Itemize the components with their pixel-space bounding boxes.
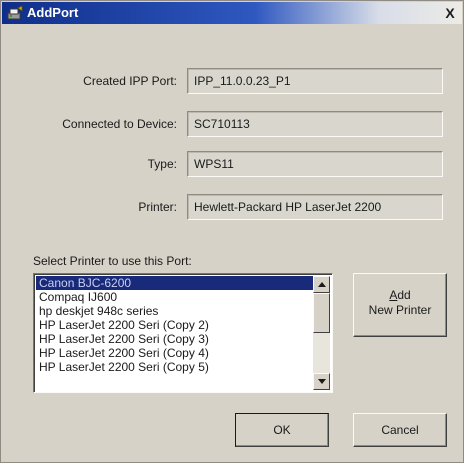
list-item[interactable]: hp deskjet 948c series	[36, 304, 314, 318]
list-item[interactable]: Compaq IJ600	[36, 290, 314, 304]
list-item[interactable]: HP LaserJet 2200 Seri (Copy 3)	[36, 332, 314, 346]
scroll-thumb[interactable]	[313, 293, 330, 333]
list-item[interactable]: HP LaserJet 2200 Seri (Copy 4)	[36, 346, 314, 360]
scroll-down-button[interactable]	[313, 373, 330, 390]
type-field: WPS11	[187, 151, 443, 177]
printer-listbox[interactable]: Canon BJC-6200 Compaq IJ600 hp deskjet 9…	[33, 273, 333, 393]
printer-field: Hewlett-Packard HP LaserJet 2200	[187, 194, 443, 220]
type-label: Type:	[147, 157, 177, 171]
add-button-line1: Add	[389, 288, 411, 302]
printer-label: Printer:	[138, 200, 177, 214]
ok-button[interactable]: OK	[235, 413, 329, 447]
list-item[interactable]: HP LaserJet 2200 Seri (Copy 5)	[36, 360, 314, 374]
add-port-dialog: AddPort X Created IPP Port: IPP_11.0.0.2…	[0, 0, 464, 463]
arrow-up-icon	[318, 282, 326, 287]
arrow-down-icon	[318, 379, 326, 384]
select-printer-label: Select Printer to use this Port:	[33, 254, 192, 268]
created-ipp-port-label: Created IPP Port:	[83, 74, 177, 88]
created-ipp-port-field: IPP_11.0.0.23_P1	[187, 68, 443, 94]
window-title: AddPort	[27, 5, 79, 20]
close-icon[interactable]: X	[441, 4, 459, 22]
listbox-scrollbar[interactable]	[313, 276, 330, 390]
connected-to-device-field: SC710113	[187, 111, 443, 137]
list-item[interactable]: HP LaserJet 2200 Seri (Copy 2)	[36, 318, 314, 332]
cancel-button[interactable]: Cancel	[353, 413, 447, 447]
list-item[interactable]: Canon BJC-6200	[36, 276, 314, 290]
title-bar[interactable]: AddPort X	[2, 2, 462, 24]
connected-to-device-label: Connected to Device:	[62, 117, 177, 131]
add-button-line2: New Printer	[368, 303, 432, 317]
printer-port-icon	[7, 5, 23, 21]
scroll-up-button[interactable]	[313, 276, 330, 293]
add-new-printer-button[interactable]: Add New Printer	[353, 273, 447, 337]
